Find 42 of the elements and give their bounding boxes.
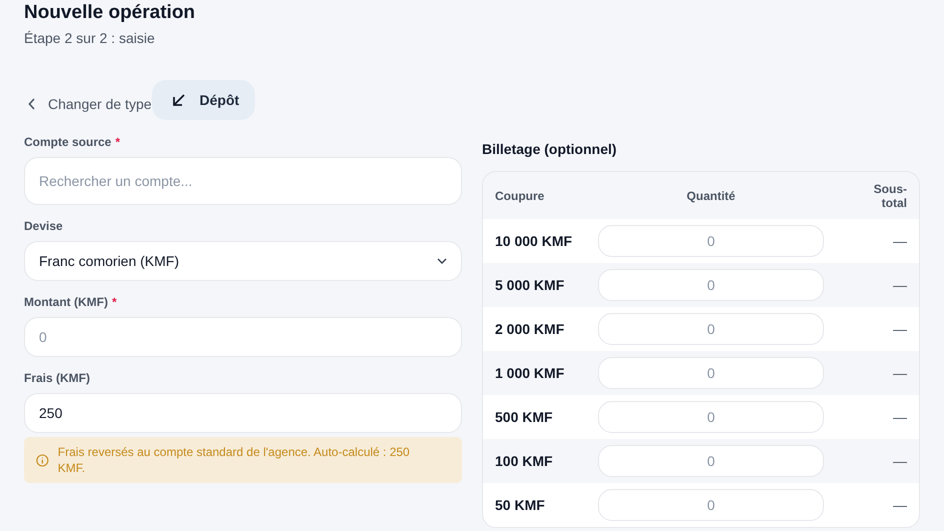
page-subtitle: Étape 2 sur 2 : saisie (24, 30, 156, 46)
field-label: Compte source * (24, 135, 122, 149)
subtotal-cell-text: — (892, 277, 907, 293)
quantity-field[interactable]: 0 (598, 489, 824, 521)
field-label: Devise (24, 219, 64, 233)
quantity-field[interactable]: 0 (598, 401, 824, 433)
column-header: Sous-total (872, 182, 907, 210)
denomination-cell-text: 100 KMF (495, 452, 554, 470)
denomination-cell-text: 500 KMF (495, 408, 554, 426)
subtotal-cell-text: — (892, 233, 907, 249)
chevron-left-icon (28, 98, 36, 110)
arrow-down-left-icon (172, 93, 186, 107)
denomination-cell-text: 1 000 KMF (495, 364, 566, 382)
input-field[interactable]: 250 (24, 393, 462, 433)
denomination-cell-text: 10 000 KMF (495, 232, 574, 250)
column-header: Coupure (495, 188, 546, 202)
search-field[interactable]: Rechercher un compte... (24, 157, 462, 205)
quantity-field[interactable]: 0 (598, 313, 824, 345)
denomination-cell-text: 2 000 KMF (495, 320, 566, 338)
info-icon (36, 454, 49, 466)
denomination-cell-text: 50 KMF (495, 496, 546, 514)
column-header: Quantité (686, 188, 736, 202)
denomination-cell-text: 5 000 KMF (495, 276, 566, 294)
subtotal-cell-text: — (892, 365, 907, 381)
quantity-field[interactable]: 0 (598, 225, 824, 257)
subtotal-cell-text: — (892, 409, 907, 425)
back-link[interactable]: Changer de type (24, 88, 152, 112)
subtotal-cell-text: — (892, 321, 907, 337)
quantity-field[interactable]: 0 (598, 269, 824, 301)
chevron-down-icon (437, 258, 447, 264)
input-field[interactable]: 0 (24, 317, 462, 357)
currency-select[interactable]: Franc comorien (KMF) (24, 241, 462, 281)
operation-type-chip[interactable]: Dépôt (152, 80, 256, 120)
page-title: Nouvelle opération (24, 1, 196, 25)
field-label: Montant (KMF) * (24, 295, 118, 309)
quantity-field[interactable]: 0 (598, 357, 824, 389)
subtotal-cell-text: — (892, 497, 907, 513)
field-label: Frais (KMF) (24, 371, 91, 385)
subtotal-cell-text: — (892, 453, 907, 469)
notice-text: Frais reversés au compte standard de l'agence. Auto-calculé : 250 KMF. (58, 444, 411, 476)
section-title: Billetage (optionnel) (482, 141, 618, 157)
quantity-field[interactable]: 0 (598, 445, 824, 477)
